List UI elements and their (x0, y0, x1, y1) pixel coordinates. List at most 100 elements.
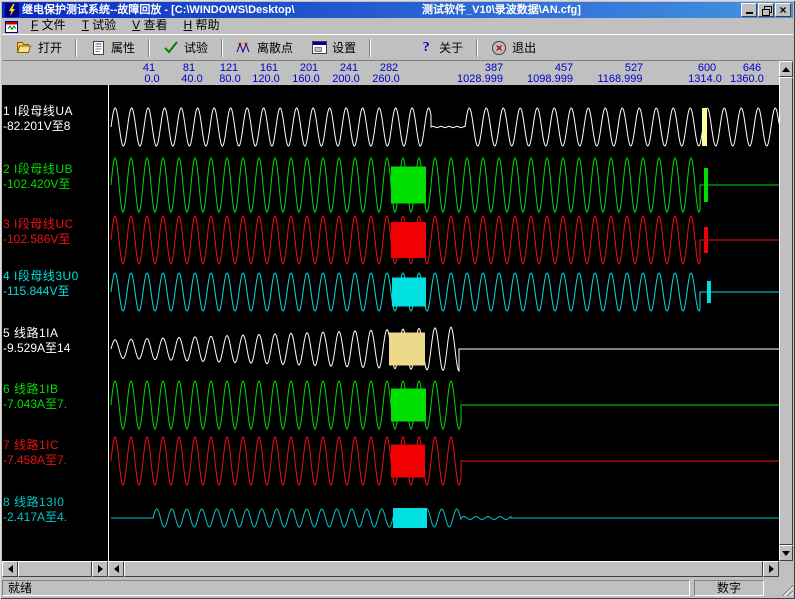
channel-range: -115.844V至 (3, 284, 79, 299)
menu-bar: F 文件T 试验V 查看H 帮助 (2, 18, 793, 34)
channel-list-panel: 1 I段母线UA-82.201V至8 2 I段母线UB-102.420V至 3 I段… (2, 85, 108, 561)
window-title: 继电保护测试系统--故障回放 - [C:\WINDOWS\Desktop\ (22, 2, 295, 18)
menu-试验[interactable]: T 试验 (74, 18, 124, 34)
scroll-right-button[interactable] (763, 561, 779, 577)
scrollbar-corner (779, 561, 793, 577)
channel-range: -7.043A至7. (3, 397, 67, 412)
channel-range: -102.420V至 (3, 177, 73, 192)
restore-button[interactable] (758, 3, 774, 17)
toolbar-button-属性[interactable]: 属性 (81, 36, 144, 60)
open-folder-icon (17, 40, 33, 55)
waveform-scrollbar[interactable] (108, 561, 779, 577)
ruler-time-label: 0.0 (144, 74, 159, 85)
channel-range: -102.586V至 (3, 232, 74, 247)
channel-name: 1 I段母线UA (3, 104, 73, 119)
toolbar-separator (369, 39, 371, 57)
channel-label-6[interactable]: 6 线路1IB-7.043A至7. (3, 382, 67, 412)
minimize-icon (746, 12, 753, 14)
down-arrow-icon (782, 551, 790, 556)
restore-icon (762, 6, 771, 15)
fault-block-ch2 (391, 167, 426, 204)
about-question-icon: ? (418, 40, 434, 55)
properties-icon (90, 40, 106, 55)
toolbar-button-设置[interactable]: 设置 (302, 36, 365, 60)
channel-label-8[interactable]: 8 线路13I0-2.417A至4. (3, 495, 67, 525)
toolbar-button-label: 关于 (439, 39, 463, 56)
toolbar-button-试验[interactable]: 试验 (154, 36, 217, 60)
ruler-time-label: 40.0 (181, 74, 202, 85)
scroll-down-button[interactable] (779, 545, 793, 561)
cursor-marker-ch1 (702, 108, 707, 146)
vertical-scrollbar-thumb[interactable] (779, 77, 793, 545)
fault-block-ch4 (392, 278, 426, 307)
document-icon[interactable] (5, 20, 18, 32)
channel-label-3[interactable]: 3 I段母线UC-102.586V至 (3, 217, 74, 247)
resize-grip[interactable] (780, 583, 793, 596)
title-bar: 继电保护测试系统--故障回放 - [C:\WINDOWS\Desktop\ 测试… (2, 2, 793, 18)
channel-name: 3 I段母线UC (3, 217, 74, 232)
test-check-icon (163, 40, 179, 55)
channel-name: 6 线路1IB (3, 382, 67, 397)
waveform-scrollbar-thumb[interactable] (124, 561, 763, 577)
toolbar-button-离散点[interactable]: 离散点 (227, 36, 302, 60)
cursor-marker-ch4 (707, 281, 711, 303)
toolbar-button-label: 设置 (332, 39, 356, 56)
app-window: 继电保护测试系统--故障回放 - [C:\WINDOWS\Desktop\ 测试… (0, 0, 795, 599)
ruler-time-label: 200.0 (332, 74, 360, 85)
waveform-ch8 (111, 509, 779, 527)
fault-block-ch7 (391, 445, 425, 478)
caption-buttons: × (741, 3, 791, 17)
waveform-canvas[interactable] (108, 85, 779, 561)
up-arrow-icon (782, 67, 790, 72)
channel-name: 4 I段母线3U0 (3, 269, 79, 284)
toolbar-button-label: 打开 (38, 39, 62, 56)
scroll-left-button[interactable] (2, 561, 18, 577)
waveform-ch3 (111, 216, 779, 264)
ruler-time-label: 1314.0 (688, 74, 722, 85)
waveform-main-area: 1 I段母线UA-82.201V至8 2 I段母线UB-102.420V至 3 I段… (2, 85, 779, 561)
menu-帮助[interactable]: H 帮助 (176, 18, 228, 34)
status-message: 就绪 (2, 580, 690, 596)
app-icon[interactable] (5, 3, 19, 17)
left-arrow-icon (8, 565, 13, 573)
vertical-scrollbar[interactable] (779, 61, 793, 561)
fault-block-ch5 (389, 333, 425, 366)
minimize-button[interactable] (741, 3, 757, 17)
toolbar-button-关于[interactable]: ? 关于 (409, 36, 472, 60)
scroll-left-button[interactable] (108, 561, 124, 577)
toolbar-button-退出[interactable]: ×退出 (482, 36, 545, 60)
channel-label-2[interactable]: 2 I段母线UB-102.420V至 (3, 162, 73, 192)
menu-items: F 文件T 试验V 查看H 帮助 (23, 18, 228, 34)
channel-panel-scrollbar-thumb[interactable] (18, 561, 92, 577)
menu-文件[interactable]: F 文件 (23, 18, 74, 34)
left-arrow-icon (114, 565, 119, 573)
fault-block-ch8 (393, 508, 427, 528)
toolbar-button-打开[interactable]: 打开 (8, 36, 71, 60)
waveform-ch4 (111, 273, 779, 311)
channel-label-5[interactable]: 5 线路1IA-9.529A至14 (3, 326, 70, 356)
channel-label-4[interactable]: 4 I段母线3U0-115.844V至 (3, 269, 79, 299)
channel-range: -9.529A至14 (3, 341, 70, 356)
ruler-time-label: 120.0 (252, 74, 280, 85)
toolbar-button-label: 退出 (512, 39, 536, 56)
settings-icon (311, 40, 327, 55)
channel-name: 2 I段母线UB (3, 162, 73, 177)
channel-label-1[interactable]: 1 I段母线UA-82.201V至8 (3, 104, 73, 134)
ruler-time-label: 1168.999 (597, 74, 642, 85)
ruler-time-label: 80.0 (219, 74, 240, 85)
fault-block-ch3 (391, 222, 426, 258)
cursor-marker-ch2 (704, 168, 708, 202)
waveform-svg (109, 85, 779, 561)
close-button[interactable]: × (775, 3, 791, 17)
toolbar-separator (75, 39, 77, 57)
scroll-up-button[interactable] (779, 61, 793, 77)
menu-查看[interactable]: V 查看 (124, 18, 175, 34)
waveform-ch5 (111, 327, 779, 371)
channel-panel-scrollbar[interactable] (2, 561, 108, 577)
channel-name: 7 线路1IC (3, 438, 67, 453)
channel-label-7[interactable]: 7 线路1IC-7.458A至7. (3, 438, 67, 468)
waveform-ch7 (111, 437, 779, 485)
window-title-path: 测试软件_V10\录波数据\AN.cfg] (422, 2, 581, 18)
timeline-ruler[interactable]: 41811211612012412823874575276006460.040.… (2, 61, 779, 85)
scroll-right-button[interactable] (92, 561, 108, 577)
